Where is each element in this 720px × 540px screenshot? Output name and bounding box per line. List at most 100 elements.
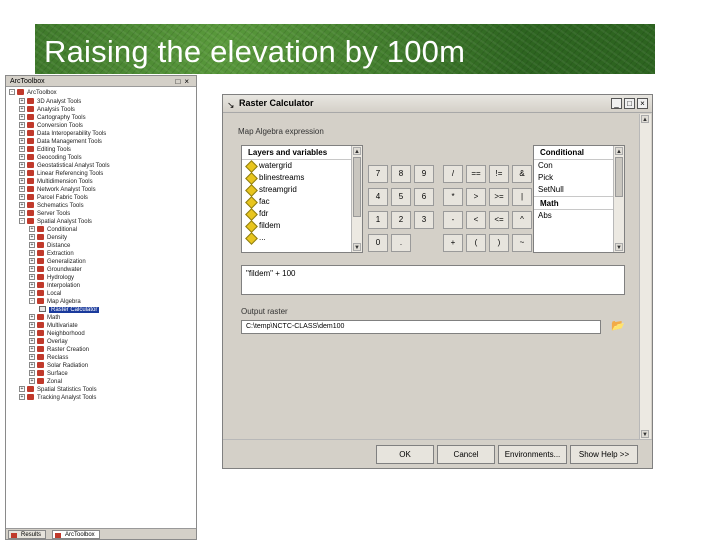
dock-icon[interactable]: □ bbox=[175, 77, 184, 86]
expand-icon[interactable]: + bbox=[29, 378, 35, 385]
toolbox-tree-item[interactable]: + Tracking Analyst Tools bbox=[19, 394, 96, 402]
expand-icon[interactable]: + bbox=[19, 386, 25, 393]
keypad-button[interactable]: | bbox=[512, 188, 532, 206]
expand-icon[interactable]: + bbox=[19, 394, 25, 401]
scroll-thumb[interactable] bbox=[615, 157, 623, 197]
toolbox-tree-item[interactable]: + Surface bbox=[29, 370, 68, 378]
expand-icon[interactable]: + bbox=[29, 282, 35, 289]
keypad-button[interactable]: <= bbox=[489, 211, 509, 229]
expand-icon[interactable]: + bbox=[29, 346, 35, 353]
layer-item[interactable]: fdr bbox=[242, 208, 362, 220]
expand-icon[interactable]: + bbox=[29, 338, 35, 345]
toolbox-tree-item[interactable]: + Solar Radiation bbox=[29, 362, 88, 370]
toolbox-tree-item[interactable]: + Network Analyst Tools bbox=[19, 186, 96, 194]
expand-icon[interactable]: + bbox=[19, 162, 25, 169]
toolbox-tree-item[interactable]: + Neighborhood bbox=[29, 330, 85, 338]
keypad-button[interactable]: < bbox=[466, 211, 486, 229]
expand-icon[interactable]: + bbox=[19, 170, 25, 177]
toolbox-tree-item[interactable]: + Server Tools bbox=[19, 210, 70, 218]
scroll-down-icon[interactable]: ▼ bbox=[641, 430, 649, 438]
expand-icon[interactable]: + bbox=[19, 114, 25, 121]
expand-icon[interactable]: + bbox=[29, 266, 35, 273]
keypad-button[interactable]: 6 bbox=[414, 188, 434, 206]
keypad-button[interactable]: != bbox=[489, 165, 509, 183]
expand-icon[interactable]: + bbox=[19, 210, 25, 217]
collapse-icon[interactable]: - bbox=[9, 89, 15, 96]
maximize-button[interactable]: □ bbox=[624, 98, 635, 109]
expand-icon[interactable]: + bbox=[19, 194, 25, 201]
toolbox-tree-item[interactable]: +3D Analyst Tools bbox=[19, 98, 81, 106]
toolbox-tree-item[interactable]: + Density bbox=[29, 234, 67, 242]
keypad-button[interactable]: ^ bbox=[512, 211, 532, 229]
scroll-thumb[interactable] bbox=[353, 157, 361, 217]
expand-icon[interactable]: + bbox=[19, 146, 25, 153]
keypad-button[interactable]: ) bbox=[489, 234, 509, 252]
expand-icon[interactable]: + bbox=[19, 186, 25, 193]
toolbox-tree-item[interactable]: + Interpolation bbox=[29, 282, 80, 290]
keypad-button[interactable]: + bbox=[443, 234, 463, 252]
functions-scrollbar[interactable]: ▲ ▼ bbox=[613, 146, 624, 252]
expand-icon[interactable]: + bbox=[29, 314, 35, 321]
expand-icon[interactable]: + bbox=[29, 226, 35, 233]
collapse-icon[interactable]: - bbox=[29, 298, 35, 305]
toolbox-tree-item[interactable]: + Generalization bbox=[29, 258, 86, 266]
tab-arctoolbox[interactable]: ArcToolbox bbox=[52, 530, 100, 539]
toolbox-tree-item[interactable]: - Map Algebra bbox=[29, 298, 81, 306]
keypad-button[interactable]: 9 bbox=[414, 165, 434, 183]
toolbox-tree-item[interactable]: + Conversion Tools bbox=[19, 122, 83, 130]
environments-button[interactable]: Environments... bbox=[498, 445, 567, 464]
keypad-button[interactable]: 0 bbox=[368, 234, 388, 252]
expand-icon[interactable]: + bbox=[19, 122, 25, 129]
layer-item[interactable]: blinestreams bbox=[242, 172, 362, 184]
toolbox-tree-item[interactable]: + Distance bbox=[29, 242, 70, 250]
toolbox-tree-item[interactable]: + Geostatistical Analyst Tools bbox=[19, 162, 110, 170]
expand-icon[interactable]: + bbox=[19, 202, 25, 209]
output-raster-input[interactable]: C:\temp\NCTC-CLASS\dem100 bbox=[241, 320, 601, 334]
close-icon[interactable]: × bbox=[184, 77, 193, 86]
toolbox-tree-item[interactable]: + Extraction bbox=[29, 250, 74, 258]
keypad-button[interactable]: == bbox=[466, 165, 486, 183]
expand-icon[interactable]: + bbox=[29, 234, 35, 241]
show-help-button[interactable]: Show Help >> bbox=[570, 445, 638, 464]
tree-root[interactable]: - ArcToolbox bbox=[9, 89, 57, 97]
expand-icon[interactable]: + bbox=[29, 362, 35, 369]
toolbox-tree-item[interactable]: + Local bbox=[29, 290, 61, 298]
scroll-up-icon[interactable]: ▲ bbox=[615, 147, 623, 155]
expand-icon[interactable]: + bbox=[19, 138, 25, 145]
toolbox-tree-item[interactable]: + Schematics Tools bbox=[19, 202, 84, 210]
keypad-button[interactable]: ( bbox=[466, 234, 486, 252]
expand-icon[interactable]: + bbox=[19, 130, 25, 137]
expand-icon[interactable]: + bbox=[29, 258, 35, 265]
toolbox-tree-item[interactable]: + Multivariate bbox=[29, 322, 78, 330]
keypad-button[interactable]: 8 bbox=[391, 165, 411, 183]
toolbox-tree-item[interactable]: + Analysis Tools bbox=[19, 106, 75, 114]
toolbox-tree-item[interactable]: + Zonal bbox=[29, 378, 62, 386]
keypad-button[interactable]: . bbox=[391, 234, 411, 252]
scroll-up-icon[interactable]: ▲ bbox=[353, 147, 361, 155]
layer-item[interactable]: fildem bbox=[242, 220, 362, 232]
expand-icon[interactable]: + bbox=[29, 354, 35, 361]
collapse-icon[interactable]: - bbox=[19, 218, 25, 225]
keypad-button[interactable]: / bbox=[443, 165, 463, 183]
keypad-button[interactable]: 4 bbox=[368, 188, 388, 206]
scroll-down-icon[interactable]: ▼ bbox=[615, 243, 623, 251]
close-button[interactable]: × bbox=[637, 98, 648, 109]
tab-results[interactable]: Results bbox=[8, 530, 47, 539]
layer-item[interactable]: streamgrid bbox=[242, 184, 362, 196]
toolbox-tree-item[interactable]: + Parcel Fabric Tools bbox=[19, 194, 88, 202]
function-item[interactable]: SetNull bbox=[534, 184, 624, 196]
keypad-button[interactable]: 5 bbox=[391, 188, 411, 206]
toolbox-tree-item[interactable]: + Data Interoperability Tools bbox=[19, 130, 106, 138]
keypad-button[interactable]: 2 bbox=[391, 211, 411, 229]
function-item[interactable]: Pick bbox=[534, 172, 624, 184]
toolbox-tree-item[interactable]: + Linear Referencing Tools bbox=[19, 170, 103, 178]
toolbox-tree-item[interactable]: + Spatial Statistics Tools bbox=[19, 386, 97, 394]
expand-icon[interactable]: + bbox=[19, 106, 25, 113]
cancel-button[interactable]: Cancel bbox=[437, 445, 495, 464]
toolbox-tree-item[interactable]: + Geocoding Tools bbox=[19, 154, 82, 162]
toolbox-tree-item[interactable]: + Groundwater bbox=[29, 266, 82, 274]
expand-icon[interactable]: + bbox=[19, 98, 25, 105]
keypad-button[interactable]: > bbox=[466, 188, 486, 206]
toolbox-tree-item[interactable]: + Conditional bbox=[29, 226, 77, 234]
layer-item[interactable]: watergrid bbox=[242, 160, 362, 172]
